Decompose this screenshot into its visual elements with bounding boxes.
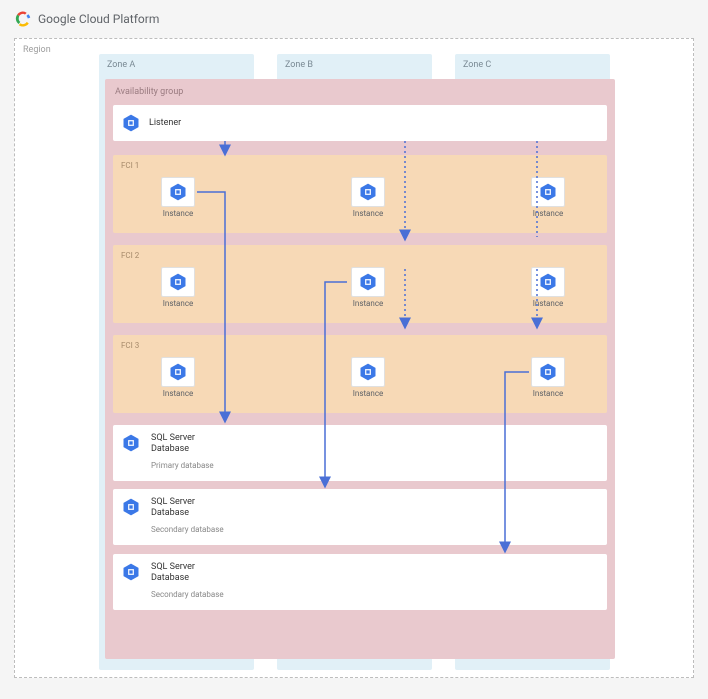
header: Google Cloud Platform (0, 0, 708, 38)
compute-engine-icon (121, 562, 141, 582)
instance-label: Instance (353, 389, 384, 398)
db-secondary1-row: SQL ServerDatabase Secondary database (113, 489, 607, 545)
fci3-instance-a: Instance (161, 357, 195, 398)
instance-label: Instance (533, 209, 564, 218)
zone-b-label: Zone B (277, 54, 432, 76)
fci-2-label: FCI 2 (113, 245, 607, 260)
fci1-instance-c: Instance (531, 177, 565, 218)
db-secondary2-row: SQL ServerDatabase Secondary database (113, 554, 607, 610)
zone-a-label: Zone A (99, 54, 254, 76)
compute-engine-icon (121, 433, 141, 453)
fci3-instance-c: Instance (531, 357, 565, 398)
db-title: SQL ServerDatabase (151, 433, 214, 455)
db-primary-row: SQL ServerDatabase Primary database (113, 425, 607, 481)
listener-label: Listener (149, 118, 181, 129)
db-title: SQL ServerDatabase (151, 562, 224, 584)
fci-3-row: FCI 3 Instance Instance Instance (113, 335, 607, 413)
fci1-instance-b: Instance (351, 177, 385, 218)
availability-group-box: Availability group Listener FCI 1 Instan… (105, 79, 615, 659)
compute-engine-icon (538, 272, 558, 292)
diagram-canvas: Region Zone A Zone B Zone C Availability… (14, 38, 694, 678)
availability-group-label: Availability group (105, 79, 615, 105)
header-title: Google Cloud Platform (38, 12, 159, 26)
compute-engine-icon (121, 497, 141, 517)
fci3-instance-b: Instance (351, 357, 385, 398)
instance-label: Instance (163, 209, 194, 218)
compute-engine-icon (538, 182, 558, 202)
instance-label: Instance (163, 389, 194, 398)
db-sub: Secondary database (151, 590, 224, 599)
fci2-instance-b: Instance (351, 267, 385, 308)
compute-engine-icon (168, 272, 188, 292)
compute-engine-icon (358, 182, 378, 202)
db-title: SQL ServerDatabase (151, 497, 224, 519)
compute-engine-icon (358, 272, 378, 292)
db-sub: Primary database (151, 461, 214, 470)
compute-engine-icon (358, 362, 378, 382)
fci-3-label: FCI 3 (113, 335, 607, 350)
fci1-instance-a: Instance (161, 177, 195, 218)
gcp-logo-icon (14, 10, 32, 28)
fci-2-row: FCI 2 Instance Instance Instance (113, 245, 607, 323)
db-sub: Secondary database (151, 525, 224, 534)
fci2-instance-c: Instance (531, 267, 565, 308)
region-label: Region (23, 45, 51, 55)
fci-1-row: FCI 1 Instance Instance Instance (113, 155, 607, 233)
instance-label: Instance (353, 299, 384, 308)
zone-c-label: Zone C (455, 54, 610, 76)
compute-engine-icon (121, 113, 141, 133)
fci-1-label: FCI 1 (113, 155, 607, 170)
instance-label: Instance (163, 299, 194, 308)
instance-label: Instance (533, 389, 564, 398)
instance-label: Instance (533, 299, 564, 308)
compute-engine-icon (168, 362, 188, 382)
compute-engine-icon (168, 182, 188, 202)
fci2-instance-a: Instance (161, 267, 195, 308)
region-box: Region Zone A Zone B Zone C Availability… (14, 38, 694, 678)
compute-engine-icon (538, 362, 558, 382)
instance-label: Instance (353, 209, 384, 218)
listener-row: Listener (113, 105, 607, 141)
